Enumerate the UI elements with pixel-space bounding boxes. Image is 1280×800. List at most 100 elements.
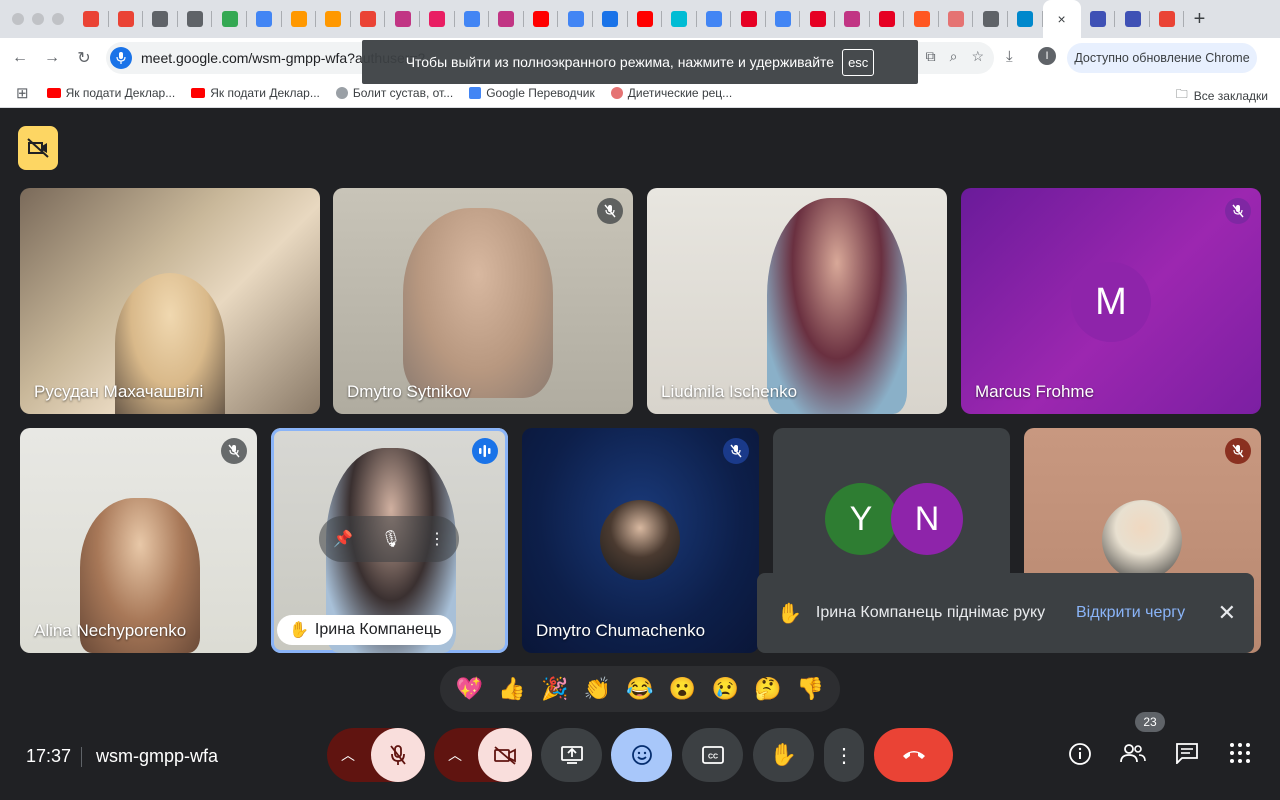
site-mic-icon[interactable] (110, 47, 132, 69)
reaction-emoji-button[interactable]: 🤔 (754, 676, 781, 702)
bookmark-star-icon[interactable]: ☆ (971, 48, 984, 65)
leave-call-button[interactable] (874, 728, 953, 782)
recipe-icon (948, 11, 965, 27)
camera-toggle-button[interactable] (478, 728, 532, 782)
download-icon[interactable]: ⤓ (1006, 48, 1013, 65)
browser-tab[interactable] (351, 0, 386, 38)
meeting-details-button[interactable] (1068, 742, 1092, 771)
meeting-controls-bar: 17:37 wsm-gmpp-wfa ︿ ︿ CC ✋ ⋮ 23 (0, 712, 1280, 800)
browser-tab[interactable] (800, 0, 835, 38)
bookmark-item[interactable]: Болит сустав, от... (335, 86, 453, 100)
zoom-icon[interactable]: ⌕ (950, 48, 958, 65)
more-options-icon[interactable]: ⋮ (429, 529, 445, 549)
browser-tab[interactable] (835, 0, 870, 38)
reaction-emoji-button[interactable]: 👍 (498, 676, 525, 702)
pin-icon[interactable]: 📌 (333, 529, 353, 549)
open-queue-button[interactable]: Відкрити чергу (1076, 604, 1185, 622)
bookmark-item[interactable]: Як подати Деклар... (191, 86, 320, 100)
participant-tile[interactable]: Dmytro Sytnikov (333, 188, 633, 414)
browser-tab[interactable] (143, 0, 178, 38)
chat-button[interactable] (1175, 742, 1199, 769)
reactions-button[interactable] (611, 728, 672, 782)
participant-tile[interactable]: Русудан Махачашвілі (20, 188, 320, 414)
reaction-emoji-button[interactable]: 👎 (797, 676, 824, 702)
new-tab-button[interactable]: + (1184, 4, 1214, 34)
back-button[interactable]: ← (4, 42, 36, 74)
mic-icon[interactable]: 🎙 (381, 529, 401, 549)
browser-tab[interactable] (628, 0, 663, 38)
muted-mic-icon (1225, 438, 1251, 464)
reaction-emoji-button[interactable]: 👏 (584, 676, 611, 702)
activities-button[interactable] (1229, 742, 1251, 769)
browser-tab[interactable] (973, 0, 1008, 38)
svg-text:CC: CC (707, 754, 717, 761)
people-button[interactable] (1120, 742, 1146, 769)
browser-tab[interactable] (420, 0, 455, 38)
browser-tab[interactable] (1150, 0, 1185, 38)
maximize-window-button[interactable] (52, 13, 64, 25)
close-icon[interactable]: ✕ (1218, 600, 1236, 626)
mic-options-chevron-icon[interactable]: ︿ (341, 745, 355, 765)
close-tab-icon[interactable]: × (1058, 11, 1066, 27)
present-screen-button[interactable] (541, 728, 602, 782)
browser-tab[interactable] (662, 0, 697, 38)
reload-button[interactable]: ↻ (68, 42, 100, 74)
bookmark-item[interactable]: Google Переводчик (469, 86, 595, 100)
camera-options-chevron-icon[interactable]: ︿ (448, 745, 462, 765)
forward-button[interactable]: → (36, 42, 68, 74)
browser-tab[interactable] (282, 0, 317, 38)
google-icon (567, 11, 584, 27)
speaking-indicator-icon (472, 438, 498, 464)
participant-tile[interactable]: Liudmila Ischenko (647, 188, 947, 414)
browser-tab[interactable] (766, 0, 801, 38)
browser-tab[interactable] (939, 0, 974, 38)
reaction-emoji-button[interactable]: 😂 (626, 676, 653, 702)
raise-hand-button[interactable]: ✋ (753, 728, 814, 782)
translate-icon[interactable]: ⧉ (926, 48, 936, 65)
browser-tab[interactable] (731, 0, 766, 38)
browser-tab[interactable] (1008, 0, 1043, 38)
participant-tile[interactable]: Alina Nechyporenko (20, 428, 257, 653)
browser-tab[interactable] (870, 0, 905, 38)
browser-tab-active[interactable]: × (1042, 0, 1081, 38)
mic-toggle-button[interactable] (371, 728, 425, 782)
bookmark-item[interactable]: Диетические рец... (610, 86, 732, 100)
reaction-emoji-button[interactable]: 🎉 (541, 676, 568, 702)
participant-tile[interactable]: 📌 🎙 ⋮ ✋ Ірина Компанець (271, 428, 508, 653)
browser-tab[interactable] (524, 0, 559, 38)
browser-tab[interactable] (593, 0, 628, 38)
minimize-window-button[interactable] (32, 13, 44, 25)
reaction-emoji-button[interactable]: 😮 (669, 676, 696, 702)
browser-tab[interactable] (1115, 0, 1150, 38)
browser-tab[interactable] (904, 0, 939, 38)
more-options-button[interactable]: ⋮ (824, 728, 864, 782)
all-bookmarks[interactable]: 🗀 Все закладки (1176, 85, 1268, 106)
browser-tab[interactable] (1081, 0, 1116, 38)
captions-button[interactable]: CC (682, 728, 743, 782)
profile-avatar[interactable]: I (1038, 47, 1056, 65)
camera-off-badge[interactable] (18, 126, 58, 170)
reaction-emoji-button[interactable]: 💖 (456, 676, 483, 702)
reaction-emoji-button[interactable]: 😢 (712, 676, 739, 702)
apps-grid-icon[interactable]: ⊞ (16, 84, 29, 102)
browser-tab[interactable] (385, 0, 420, 38)
browser-tab[interactable] (489, 0, 524, 38)
participant-tile[interactable]: M Marcus Frohme (961, 188, 1261, 414)
close-window-button[interactable] (12, 13, 24, 25)
browser-tab[interactable] (109, 0, 144, 38)
browser-tab[interactable] (697, 0, 732, 38)
chrome-update-button[interactable]: Доступно обновление Chrome (1067, 43, 1257, 73)
arrow-icon (602, 11, 619, 27)
browser-tab[interactable] (212, 0, 247, 38)
hand-raised-label: ✋ Ірина Компанець (277, 615, 454, 645)
browser-tab[interactable] (247, 0, 282, 38)
browser-tab[interactable] (74, 0, 109, 38)
bookmark-item[interactable]: Як подати Деклар... (46, 86, 175, 100)
browser-tab[interactable] (316, 0, 351, 38)
browser-tab[interactable] (178, 0, 213, 38)
browser-tab[interactable] (558, 0, 593, 38)
info-icon (1069, 743, 1091, 765)
participant-tile[interactable]: Dmytro Chumachenko (522, 428, 759, 653)
browser-tab[interactable] (455, 0, 490, 38)
window-controls[interactable] (12, 13, 64, 25)
